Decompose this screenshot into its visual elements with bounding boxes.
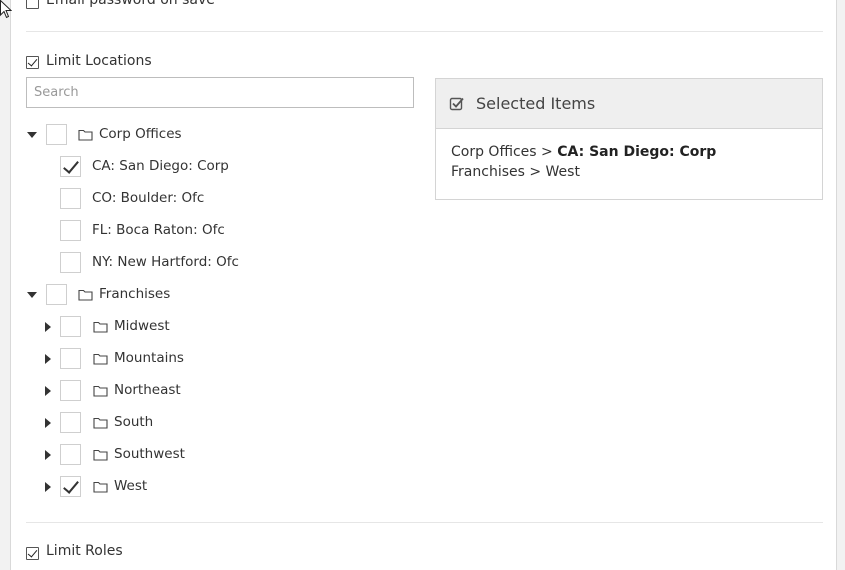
- tree-checkbox-co-boulder-ofc[interactable]: [60, 188, 81, 209]
- caret-right-icon[interactable]: [45, 450, 51, 460]
- folder-icon: [93, 385, 108, 397]
- folder-icon: [93, 321, 108, 333]
- form-panel: Email password on save Limit Locations C…: [10, 0, 837, 570]
- section-divider: [26, 522, 823, 523]
- tree-node-ca-san-diego-corp: CA: San Diego: Corp: [11, 151, 421, 183]
- tree-checkbox-franchises[interactable]: [46, 284, 67, 305]
- caret-down-icon[interactable]: [27, 292, 37, 298]
- limit-locations-checkbox[interactable]: [26, 56, 39, 69]
- tree-checkbox-ny-new-hartford-ofc[interactable]: [60, 252, 81, 273]
- folder-icon: [93, 353, 108, 365]
- tree-label-fl-boca-raton-ofc[interactable]: FL: Boca Raton: Ofc: [92, 222, 225, 238]
- folder-icon: [78, 129, 93, 141]
- selected-items-title: Selected Items: [476, 94, 596, 113]
- tree-checkbox-ca-san-diego-corp[interactable]: [60, 156, 81, 177]
- selected-item-path: Corp Offices >: [451, 144, 558, 160]
- tree-checkbox-south[interactable]: [60, 412, 81, 433]
- tree-label-south[interactable]: South: [114, 414, 153, 430]
- tree-node-west: West: [11, 471, 421, 503]
- selected-items-header: Selected Items: [436, 79, 822, 129]
- selected-item: Corp Offices > CA: San Diego: Corp: [451, 144, 716, 160]
- tree-checkbox-fl-boca-raton-ofc[interactable]: [60, 220, 81, 241]
- selected-item-leaf: CA: San Diego: Corp: [557, 144, 717, 160]
- tree-label-northeast[interactable]: Northeast: [114, 382, 181, 398]
- tree-checkbox-corp-offices[interactable]: [46, 124, 67, 145]
- tree-node-franchises: Franchises: [11, 279, 421, 311]
- tree-label-ca-san-diego-corp[interactable]: CA: San Diego: Corp: [92, 158, 229, 174]
- tree-label-midwest[interactable]: Midwest: [114, 318, 170, 334]
- selected-item-path: Franchises > West: [451, 164, 580, 180]
- tree-label-west[interactable]: West: [114, 478, 147, 494]
- tree-label-southwest[interactable]: Southwest: [114, 446, 185, 462]
- check-square-icon: [449, 97, 464, 111]
- tree-node-ny-new-hartford-ofc: NY: New Hartford: Ofc: [11, 247, 421, 279]
- limit-roles-checkbox[interactable]: [26, 547, 39, 560]
- tree-label-co-boulder-ofc[interactable]: CO: Boulder: Ofc: [92, 190, 204, 206]
- tree-node-midwest: Midwest: [11, 311, 421, 343]
- email-password-label: Email password on save: [46, 0, 215, 8]
- tree-node-co-boulder-ofc: CO: Boulder: Ofc: [11, 183, 421, 215]
- caret-right-icon[interactable]: [45, 354, 51, 364]
- tree-checkbox-west[interactable]: [60, 476, 81, 497]
- tree-label-corp-offices[interactable]: Corp Offices: [99, 126, 182, 142]
- tree-node-southwest: Southwest: [11, 439, 421, 471]
- folder-icon: [78, 289, 93, 301]
- folder-icon: [93, 417, 108, 429]
- tree-checkbox-northeast[interactable]: [60, 380, 81, 401]
- tree-node-south: South: [11, 407, 421, 439]
- tree-node-mountains: Mountains: [11, 343, 421, 375]
- tree-label-ny-new-hartford-ofc[interactable]: NY: New Hartford: Ofc: [92, 254, 239, 270]
- selected-item: Franchises > West: [451, 164, 580, 180]
- email-password-checkbox[interactable]: [26, 0, 39, 9]
- folder-icon: [93, 449, 108, 461]
- tree-checkbox-midwest[interactable]: [60, 316, 81, 337]
- selected-items-panel: Selected Items Corp Offices > CA: San Di…: [435, 78, 823, 200]
- limit-locations-label: Limit Locations: [46, 53, 152, 69]
- section-divider: [26, 31, 823, 32]
- tree-checkbox-southwest[interactable]: [60, 444, 81, 465]
- folder-icon: [93, 481, 108, 493]
- tree-node-fl-boca-raton-ofc: FL: Boca Raton: Ofc: [11, 215, 421, 247]
- caret-right-icon[interactable]: [45, 322, 51, 332]
- tree-checkbox-mountains[interactable]: [60, 348, 81, 369]
- tree-label-mountains[interactable]: Mountains: [114, 350, 184, 366]
- tree-node-corp-offices: Corp Offices: [11, 119, 421, 151]
- tree-label-franchises[interactable]: Franchises: [99, 286, 170, 302]
- mouse-pointer-icon: [0, 0, 12, 19]
- location-search-input[interactable]: [26, 77, 414, 108]
- tree-node-northeast: Northeast: [11, 375, 421, 407]
- caret-right-icon[interactable]: [45, 418, 51, 428]
- caret-right-icon[interactable]: [45, 386, 51, 396]
- limit-roles-label: Limit Roles: [46, 543, 123, 559]
- caret-down-icon[interactable]: [27, 132, 37, 138]
- caret-right-icon[interactable]: [45, 482, 51, 492]
